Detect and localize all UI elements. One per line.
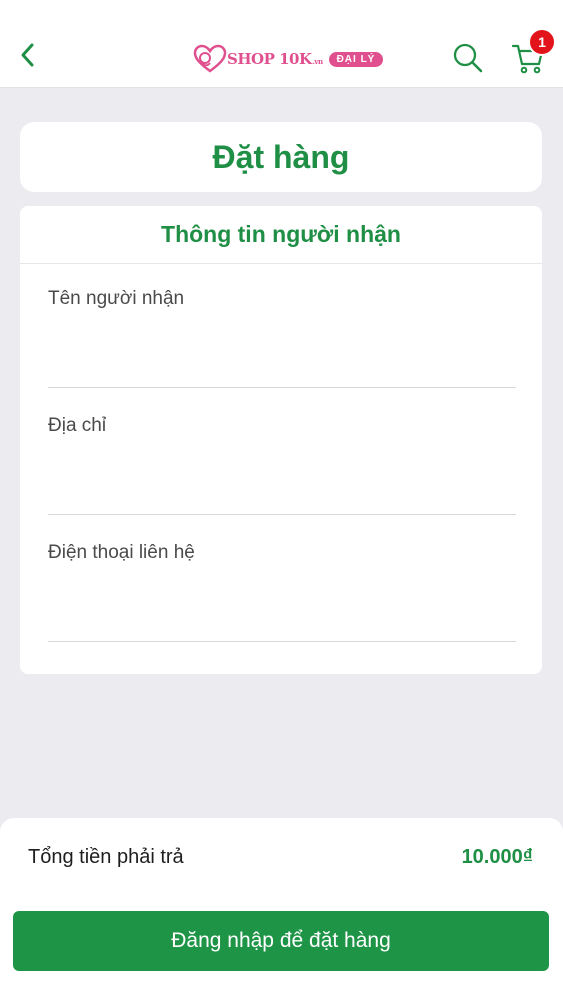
back-button[interactable]	[14, 42, 42, 72]
total-label: Tổng tiền phải trả	[28, 846, 184, 868]
logo-name: SHOP 10K	[227, 50, 312, 68]
search-icon	[452, 43, 484, 78]
order-summary: Tổng tiền phải trả 10.000₫ Đăng nhập để …	[0, 818, 563, 1000]
recipient-form: Thông tin người nhận Tên người nhận Địa …	[20, 206, 542, 674]
page-title: Đặt hàng	[212, 138, 350, 175]
logo-text: SHOP 10K.vn	[227, 50, 323, 68]
address-input[interactable]	[48, 455, 516, 499]
shop-logo[interactable]: SHOP 10K.vn ĐẠI LÝ	[193, 44, 384, 74]
address-label: Địa chỉ	[48, 415, 107, 436]
app-header: SHOP 10K.vn ĐẠI LÝ 1	[0, 0, 563, 88]
phone-field: Điện thoại liên hệ	[48, 542, 516, 642]
search-button[interactable]	[452, 42, 484, 74]
login-to-order-button[interactable]: Đăng nhập để đặt hàng	[13, 911, 549, 971]
logo-suffix: .vn	[312, 57, 323, 66]
logo-heart-icon	[193, 44, 227, 74]
cart-count-badge: 1	[528, 28, 556, 56]
recipient-name-input[interactable]	[48, 328, 516, 372]
cart-icon	[511, 44, 545, 78]
phone-label: Điện thoại liên hệ	[48, 542, 195, 563]
recipient-name-label: Tên người nhận	[48, 288, 185, 309]
phone-input[interactable]	[48, 582, 516, 626]
logo-badge: ĐẠI LÝ	[328, 51, 384, 67]
title-card: Đặt hàng	[20, 122, 542, 192]
recipient-name-field: Tên người nhận	[48, 288, 516, 388]
chevron-left-icon	[20, 42, 36, 73]
order-page: SHOP 10K.vn ĐẠI LÝ 1 Đặt hàng Thông tin …	[0, 0, 563, 1000]
address-field: Địa chỉ	[48, 415, 516, 515]
total-value: 10.000₫	[461, 846, 533, 868]
section-title: Thông tin người nhận	[20, 206, 542, 264]
